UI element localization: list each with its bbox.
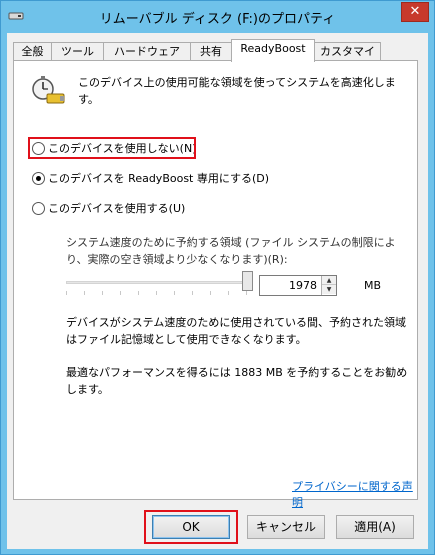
slider-tick (102, 291, 103, 295)
option-use[interactable]: このデバイスを使用する(U) (32, 200, 185, 216)
readyboost-stopwatch-icon (32, 76, 65, 104)
tab-general[interactable]: 全般 (13, 42, 52, 61)
annotation-highlight-ok (144, 510, 238, 544)
slider-tick (174, 291, 175, 295)
slider-tick (228, 291, 229, 295)
slider-tick (120, 291, 121, 295)
recommendation-info: 最適なパフォーマンスを得るには 1883 MB を予約することをお勧めします。 (66, 366, 408, 396)
option-dedicate-label: このデバイスを ReadyBoost 専用にする(D) (48, 172, 270, 185)
tab-hardware[interactable]: ハードウェア (103, 42, 191, 61)
spin-down-arrow-icon[interactable]: ▼ (322, 285, 336, 294)
slider-tick (246, 291, 247, 295)
close-button[interactable]: ✕ (401, 2, 429, 22)
apply-button[interactable]: 適用(A) (336, 515, 414, 539)
slider-tick (66, 291, 67, 295)
slider-tick (210, 291, 211, 295)
option-dedicate[interactable]: このデバイスを ReadyBoost 専用にする(D) (32, 170, 269, 186)
title-bar[interactable]: リムーバブル ディスク (F:)のプロパティ ✕ (1, 1, 434, 33)
annotation-highlight-do-not-use (28, 137, 196, 159)
window-title: リムーバブル ディスク (F:)のプロパティ (99, 12, 336, 27)
slider-tick (192, 291, 193, 295)
reserve-space-label: システム速度のために予約する領域 (ファイル システムの制限により、実際の空き領… (66, 236, 396, 266)
radio-use[interactable] (32, 201, 45, 215)
tab-readyboost[interactable]: ReadyBoost (231, 39, 315, 62)
slider-track (66, 281, 246, 284)
reserve-space-spinbox[interactable]: 1978 ▲ ▼ (259, 275, 337, 296)
spin-buttons: ▲ ▼ (321, 276, 336, 295)
tab-customize[interactable]: カスタマイズ (314, 42, 381, 75)
privacy-statement-link[interactable]: プライバシーに関する声明 (292, 478, 417, 510)
tab-sharing[interactable]: 共有 (190, 42, 232, 61)
reserved-space-info: デバイスがシステム速度のために使用されている間、予約された領域はファイル記憶域と… (66, 316, 407, 346)
readyboost-description: このデバイス上の使用可能な領域を使ってシステムを高速化します。 (78, 76, 396, 106)
readyboost-panel: このデバイス上の使用可能な領域を使ってシステムを高速化します。 このデバイスを使… (13, 60, 418, 509)
dialog-client-area: 全般 ツール ハードウェア 共有 ReadyBoost カスタマイズ このデバイ… (7, 33, 428, 549)
tab-tools[interactable]: ツール (51, 42, 104, 61)
slider-tick (138, 291, 139, 295)
slider-tick (84, 291, 85, 295)
reserve-space-value[interactable]: 1978 (260, 279, 320, 292)
properties-window: リムーバブル ディスク (F:)のプロパティ ✕ 全般 ツール ハードウェア 共… (0, 0, 435, 555)
radio-dedicate[interactable] (32, 171, 45, 185)
cancel-button[interactable]: キャンセル (247, 515, 325, 539)
slider-thumb[interactable] (241, 271, 253, 291)
slider-tick (156, 291, 157, 295)
spin-up-arrow-icon[interactable]: ▲ (322, 276, 336, 285)
unit-label: MB (364, 279, 382, 292)
option-use-label: このデバイスを使用する(U) (48, 202, 186, 215)
reserve-space-slider[interactable] (66, 269, 253, 295)
tab-strip: 全般 ツール ハードウェア 共有 ReadyBoost カスタマイズ (13, 39, 423, 75)
